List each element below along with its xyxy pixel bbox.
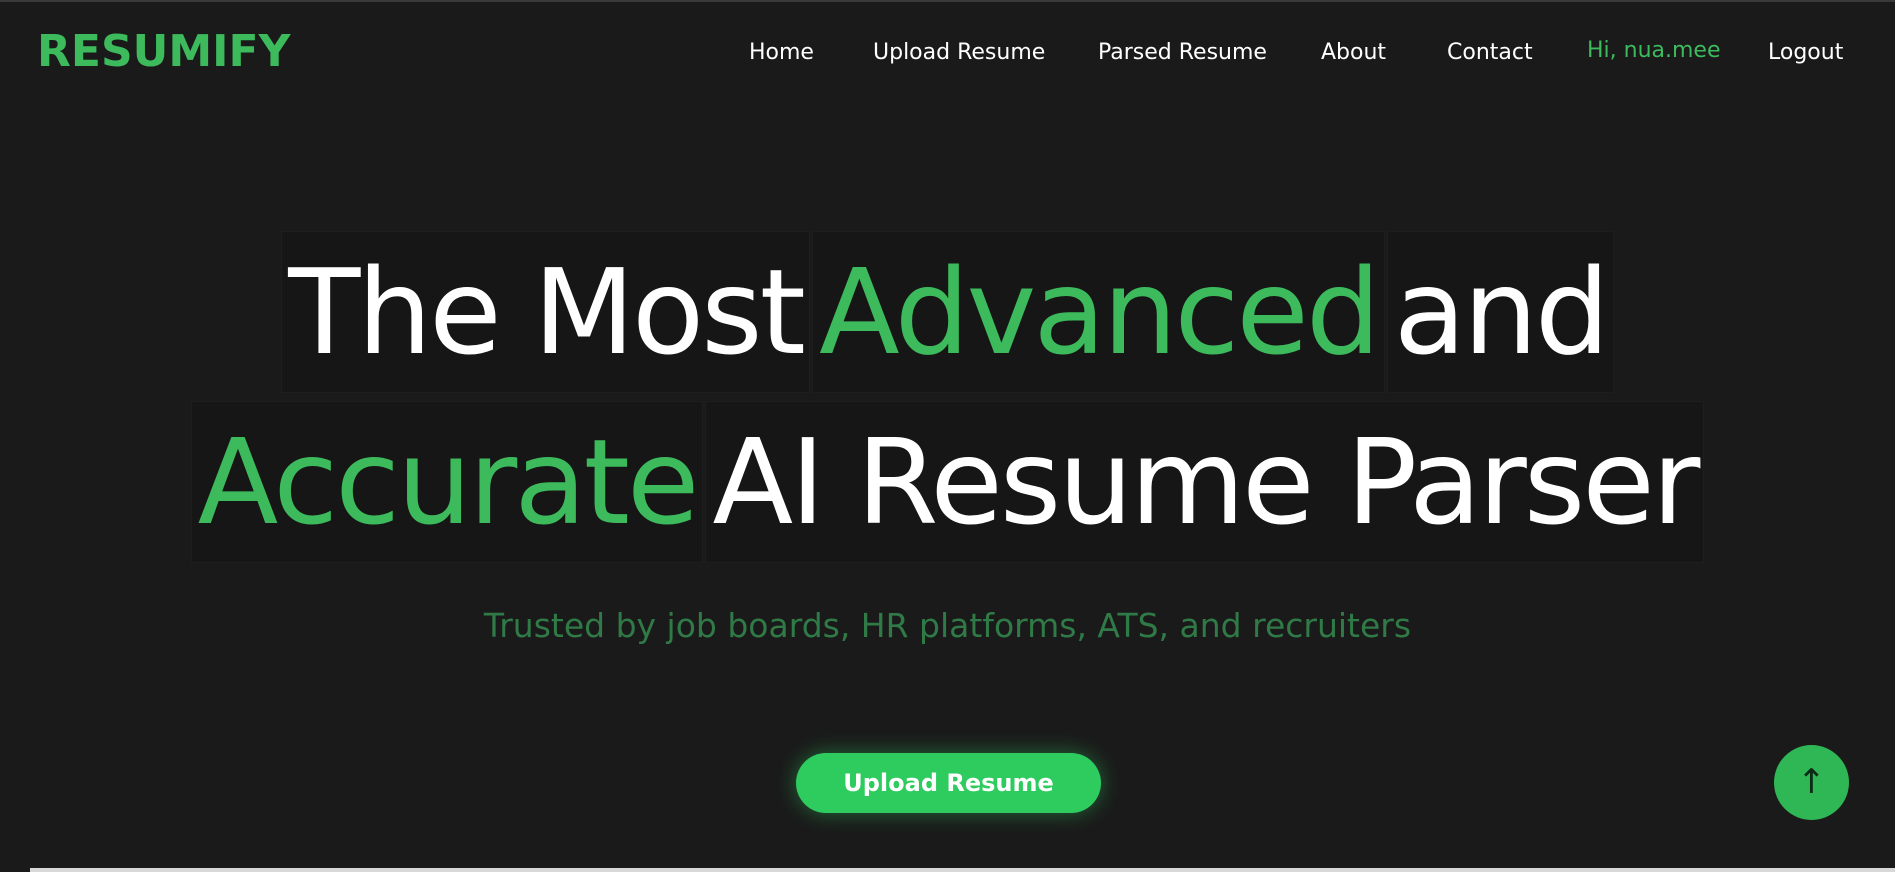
hero-word: and [1387,232,1613,392]
nav-link-home[interactable]: Home [749,38,814,68]
hero-word-highlight: Advanced [812,232,1384,392]
scroll-to-top-button[interactable]: ↑ [1774,745,1849,820]
hero-word: AI Resume Parser [706,402,1704,562]
hero-word-highlight: Accurate [191,402,703,562]
user-greeting[interactable]: Hi, nua.mee [1587,36,1721,66]
hero-headline-line-1: The Most Advanced and [0,232,1895,392]
upload-resume-button[interactable]: Upload Resume [796,753,1101,813]
arrow-up-icon: ↑ [1797,762,1826,802]
nav-link-parsed-resume[interactable]: Parsed Resume [1098,38,1267,68]
hero-subtitle: Trusted by job boards, HR platforms, ATS… [483,606,1412,645]
horizontal-scrollbar[interactable] [30,868,1895,872]
page: RESUMIFY Home Upload Resume Parsed Resum… [0,0,1895,872]
logo[interactable]: RESUMIFY [37,24,290,80]
hero-word: The Most [282,232,809,392]
nav-link-contact[interactable]: Contact [1447,38,1533,68]
logout-link[interactable]: Logout [1768,38,1843,68]
navbar: RESUMIFY Home Upload Resume Parsed Resum… [0,2,1895,102]
hero-headline-line-2: Accurate AI Resume Parser [0,402,1895,562]
nav-link-upload-resume[interactable]: Upload Resume [873,38,1045,68]
nav-link-about[interactable]: About [1321,38,1386,68]
